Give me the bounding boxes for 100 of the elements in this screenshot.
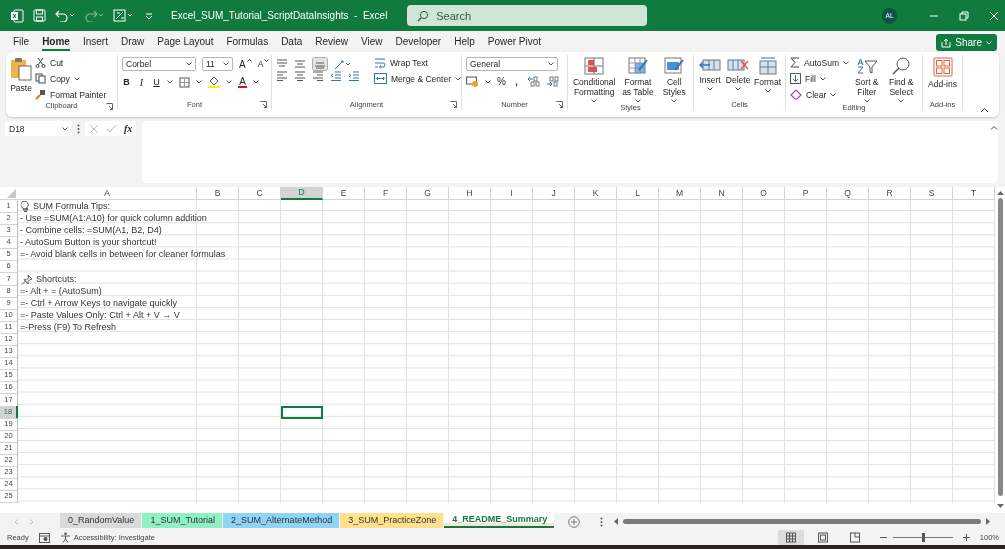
merge-center-button[interactable]: Merge & Center: [374, 72, 461, 85]
align-right-icon[interactable]: [312, 71, 324, 81]
decrease-indent-icon[interactable]: [330, 71, 342, 81]
menu-tab[interactable]: Review: [315, 32, 349, 51]
fill-color-icon[interactable]: [208, 76, 220, 88]
save-icon[interactable]: [33, 9, 46, 22]
column-header[interactable]: K: [575, 187, 617, 200]
caret-icon[interactable]: [253, 80, 259, 84]
sheet-tab[interactable]: 4_README_Summary: [444, 513, 555, 528]
scroll-up-icon[interactable]: [996, 190, 1004, 195]
caret-icon[interactable]: [167, 80, 173, 84]
horizontal-scrollbar[interactable]: [613, 518, 991, 525]
column-header[interactable]: F: [365, 187, 407, 200]
underline-button[interactable]: U: [152, 77, 161, 87]
caret-icon[interactable]: [196, 80, 202, 84]
checkmark-icon[interactable]: [106, 123, 117, 134]
cut-button[interactable]: Cut: [35, 56, 107, 69]
column-header[interactable]: A: [18, 187, 197, 200]
column-header[interactable]: Q: [827, 187, 869, 200]
more-options-icon[interactable]: [77, 124, 80, 134]
scroll-right-icon[interactable]: [986, 518, 991, 525]
name-box[interactable]: D18: [5, 121, 72, 136]
menu-tab[interactable]: Power Pivot: [487, 32, 542, 51]
column-header[interactable]: H: [449, 187, 491, 200]
copy-button[interactable]: Copy: [35, 72, 107, 85]
percent-button[interactable]: %: [497, 76, 506, 87]
excel-logo-icon[interactable]: [10, 8, 24, 23]
zoom-in-icon[interactable]: [962, 534, 970, 541]
italic-button[interactable]: I: [137, 76, 146, 88]
font-color-button[interactable]: A: [238, 76, 247, 88]
search-field[interactable]: Search: [407, 5, 648, 26]
column-header[interactable]: B: [197, 187, 239, 200]
format-painter-button[interactable]: Format Painter: [35, 88, 107, 101]
sort-filter-button[interactable]: Sort & Filter: [851, 55, 882, 103]
customize-icon[interactable]: [144, 10, 154, 21]
cell-styles-button[interactable]: Cell Styles: [659, 55, 689, 103]
undo-icon[interactable]: [55, 9, 75, 22]
menu-tab[interactable]: Data: [281, 32, 303, 51]
format-as-table-button[interactable]: Format as Table: [619, 55, 657, 103]
active-cell[interactable]: [281, 405, 323, 419]
font-size-dropdown[interactable]: 11: [202, 57, 233, 71]
scroll-down-icon[interactable]: [996, 504, 1004, 509]
collapse-icon[interactable]: [990, 125, 998, 130]
accounting-icon[interactable]: [466, 76, 479, 87]
formula-input[interactable]: [142, 121, 998, 183]
menu-tab[interactable]: View: [361, 32, 383, 51]
sheet-tab[interactable]: 1_SUM_Tutorial: [142, 513, 223, 528]
menu-tab[interactable]: Draw: [120, 32, 145, 51]
comma-style-button[interactable]: ,: [512, 76, 521, 87]
bold-button[interactable]: B: [122, 77, 131, 87]
column-header[interactable]: J: [533, 187, 575, 200]
menu-tab[interactable]: Page Layout: [157, 32, 214, 51]
dialog-launcher-icon[interactable]: [556, 101, 563, 108]
column-header[interactable]: M: [659, 187, 701, 200]
add-sheet-icon[interactable]: [568, 515, 581, 528]
form-icon[interactable]: [113, 9, 135, 22]
menu-tab[interactable]: Formulas: [226, 32, 269, 51]
orientation-icon[interactable]: [334, 58, 352, 70]
increase-decimal-icon[interactable]: [527, 76, 540, 87]
close-icon[interactable]: [989, 10, 999, 21]
zoom-out-icon[interactable]: [879, 534, 887, 541]
caret-icon[interactable]: [226, 80, 232, 84]
normal-view-icon[interactable]: [777, 530, 804, 545]
delete-button[interactable]: Delete: [725, 55, 752, 91]
column-header[interactable]: N: [701, 187, 743, 200]
column-header[interactable]: P: [785, 187, 827, 200]
autosum-button[interactable]: AutoSum: [790, 56, 849, 69]
column-header[interactable]: S: [911, 187, 953, 200]
dialog-launcher-icon[interactable]: [260, 101, 267, 108]
increase-font-button[interactable]: A: [239, 58, 252, 70]
decrease-decimal-icon[interactable]: [546, 76, 559, 87]
fill-button[interactable]: Fill: [790, 72, 849, 85]
macro-record-icon[interactable]: [38, 532, 50, 543]
decrease-font-button[interactable]: A: [257, 59, 270, 69]
menu-tab[interactable]: Help: [454, 32, 475, 51]
menu-tab[interactable]: File: [13, 32, 30, 51]
column-header[interactable]: O: [743, 187, 785, 200]
column-header[interactable]: D: [281, 187, 323, 200]
column-header[interactable]: E: [323, 187, 365, 200]
sheet-tab[interactable]: 2_SUM_AlternateMethod: [223, 513, 340, 528]
column-header[interactable]: G: [407, 187, 449, 200]
borders-icon[interactable]: [179, 76, 190, 88]
clear-button[interactable]: Clear: [790, 88, 849, 101]
font-name-dropdown[interactable]: Corbel: [122, 57, 196, 71]
increase-indent-icon[interactable]: [348, 71, 360, 81]
menu-tab[interactable]: Insert: [82, 32, 108, 51]
insert-button[interactable]: Insert: [698, 55, 723, 91]
caret-icon[interactable]: [485, 79, 491, 84]
scroll-left-icon[interactable]: [613, 518, 618, 525]
sheet-tab[interactable]: 3_SUM_PracticeZone: [340, 513, 444, 528]
format-button[interactable]: Format: [754, 55, 781, 93]
wrap-text-button[interactable]: Wrap Text: [374, 56, 461, 69]
insert-function-button[interactable]: fx: [124, 123, 133, 134]
more-options-icon[interactable]: [600, 516, 603, 527]
find-select-button[interactable]: Find & Select: [884, 55, 918, 103]
add-ins-button[interactable]: Add-ins: [927, 55, 958, 89]
column-header[interactable]: L: [617, 187, 659, 200]
number-format-dropdown[interactable]: General: [466, 57, 558, 71]
collapse-ribbon-icon[interactable]: [980, 107, 989, 113]
dialog-launcher-icon[interactable]: [106, 103, 113, 110]
